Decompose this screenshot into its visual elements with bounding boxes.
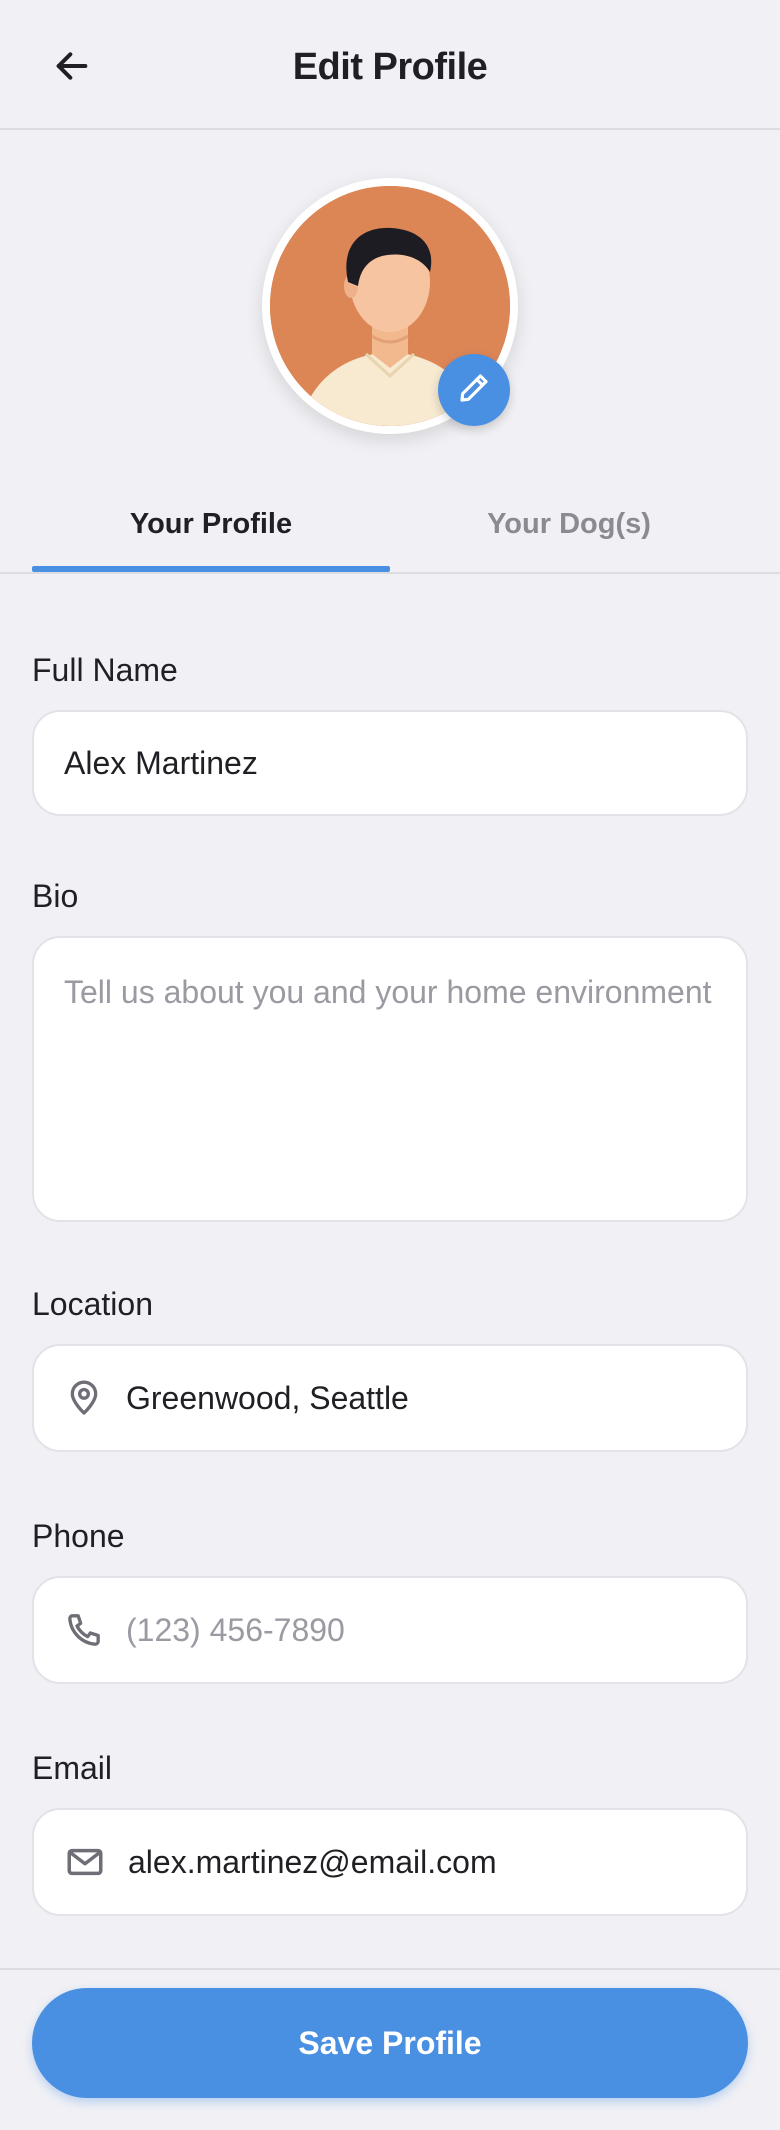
bio-label: Bio xyxy=(32,878,79,914)
active-tab-indicator xyxy=(32,566,390,572)
edit-profile-screen: Edit Profile Your Profile Your Dog(s) Fu… xyxy=(0,0,780,2130)
email-field-box xyxy=(32,1808,748,1916)
phone-field-box xyxy=(32,1576,748,1684)
full-name-label: Full Name xyxy=(32,652,178,688)
save-profile-button[interactable]: Save Profile xyxy=(32,1988,748,2098)
email-input[interactable] xyxy=(128,1843,746,1881)
tab-your-profile[interactable]: Your Profile xyxy=(32,474,390,574)
bottom-action-bar: Save Profile xyxy=(0,1968,780,2130)
phone-label: Phone xyxy=(32,1518,125,1554)
mail-icon xyxy=(64,1840,106,1884)
full-name-field-box xyxy=(32,710,748,816)
tab-your-dogs[interactable]: Your Dog(s) xyxy=(390,474,748,574)
location-field-box xyxy=(32,1344,748,1452)
location-label: Location xyxy=(32,1286,153,1322)
top-bar: Edit Profile xyxy=(0,0,780,130)
bio-textarea[interactable] xyxy=(64,968,716,1190)
phone-input[interactable] xyxy=(126,1611,746,1649)
email-label: Email xyxy=(32,1750,113,1786)
map-pin-icon xyxy=(64,1376,104,1420)
page-title: Edit Profile xyxy=(292,46,488,88)
edit-photo-button[interactable] xyxy=(438,354,510,426)
profile-tabs: Your Profile Your Dog(s) xyxy=(0,474,780,574)
bio-field-box xyxy=(32,936,748,1222)
profile-photo[interactable] xyxy=(262,178,518,434)
location-input[interactable] xyxy=(126,1379,746,1417)
full-name-input[interactable] xyxy=(64,744,716,782)
phone-icon xyxy=(64,1608,104,1652)
pencil-icon xyxy=(457,371,491,410)
